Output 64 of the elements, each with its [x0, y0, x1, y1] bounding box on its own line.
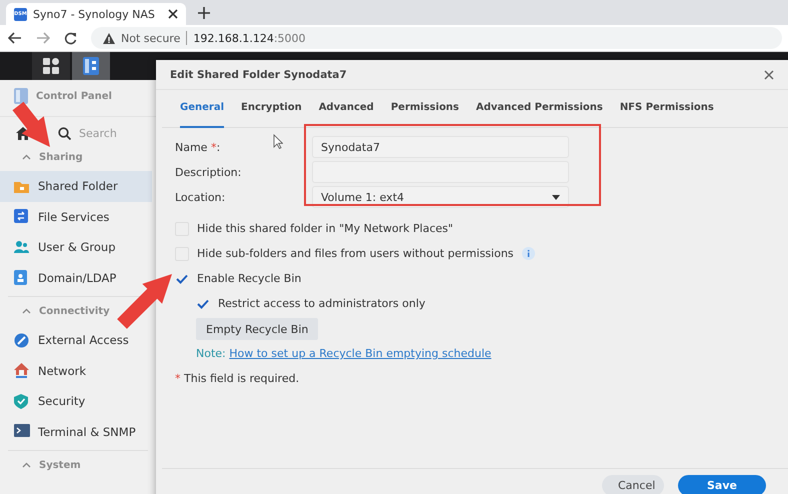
select-field[interactable]: Volume 1: ext4 — [312, 186, 569, 208]
house-icon — [14, 363, 30, 378]
security-label: Not secure — [121, 32, 180, 44]
taskbar-button[interactable] — [72, 52, 110, 80]
note-text: Note: How to set up a Recycle Bin emptying schedule — [196, 347, 492, 360]
sidebar-item[interactable]: External Access — [0, 325, 152, 356]
tab[interactable]: Permissions — [390, 90, 460, 128]
chevron-up-icon — [22, 308, 31, 314]
section-title: Sharing — [39, 152, 83, 162]
section-title: Connectivity — [39, 306, 110, 316]
warning-icon — [103, 32, 115, 44]
reload-icon[interactable] — [64, 32, 77, 44]
tab[interactable]: Encryption — [241, 90, 302, 128]
checkbox-label[interactable]: Hide this shared folder in "My Network Places" — [197, 222, 454, 235]
taskbar-button[interactable] — [32, 52, 70, 80]
url-text: 192.168.1.124:5000 — [193, 32, 306, 44]
tab[interactable]: Advanced Permissions — [476, 90, 603, 128]
pointer-icon — [273, 134, 283, 149]
cancel-button[interactable]: Cancel — [602, 475, 664, 494]
field-label: Name *: — [175, 140, 220, 154]
sidebar-item[interactable]: User & Group — [0, 232, 152, 262]
dropdown-icon — [552, 194, 560, 200]
annotation-arrow — [117, 274, 172, 329]
section-title: System — [39, 460, 81, 470]
save-button[interactable]: Save — [678, 475, 766, 494]
chevron-up-icon — [22, 462, 31, 468]
arrows-icon — [14, 209, 30, 224]
sidebar-item[interactable]: File Services — [0, 202, 152, 232]
tab[interactable]: General — [180, 90, 224, 128]
annotation-arrow — [12, 102, 50, 147]
sidebar-item[interactable]: Domain/LDAP — [0, 262, 152, 293]
search-icon — [58, 126, 71, 140]
close-icon[interactable] — [168, 9, 178, 19]
panel-icon — [14, 88, 28, 104]
new-tab-icon[interactable] — [198, 7, 210, 19]
checkbox-label[interactable]: Restrict access to administrators only — [218, 297, 426, 310]
tab[interactable]: Advanced — [318, 90, 374, 128]
help-link[interactable]: How to set up a Recycle Bin emptying schedule — [229, 347, 492, 360]
required-note: * This field is required. — [175, 372, 300, 385]
address-field[interactable]: Not secure 192.168.1.124:5000 — [91, 27, 782, 49]
users-icon — [14, 240, 30, 255]
search-field[interactable]: Search — [79, 126, 139, 140]
control-panel-icon — [83, 57, 99, 75]
id-card-icon — [14, 270, 30, 286]
field-label: Description: — [175, 166, 242, 178]
empty-recycle-bin-button[interactable]: Empty Recycle Bin — [196, 318, 318, 340]
shield-icon — [14, 394, 30, 409]
sidebar-item[interactable]: Terminal & SNMP — [0, 416, 152, 447]
checkbox-label[interactable]: Hide sub-folders and files from users without permissions — [197, 247, 514, 260]
apps-icon — [43, 58, 59, 74]
dialog-title: Edit Shared Folder Synodata7 — [170, 68, 347, 80]
field-label: Location: — [175, 190, 226, 204]
tab[interactable]: NFS Permissions — [620, 90, 714, 128]
chevron-up-icon — [22, 154, 31, 160]
sidebar-item[interactable]: Security — [0, 386, 152, 416]
check-icon — [197, 298, 209, 308]
sidebar-item[interactable]: Network — [0, 356, 152, 386]
check-icon — [176, 274, 188, 284]
terminal-icon — [14, 424, 30, 440]
input-field[interactable]: Synodata7 — [312, 136, 569, 158]
back-icon[interactable] — [8, 32, 22, 44]
window-title: Control Panel — [36, 90, 112, 102]
sidebar-item[interactable]: Shared Folder — [0, 171, 152, 202]
checkbox-label[interactable]: Enable Recycle Bin — [197, 272, 302, 285]
